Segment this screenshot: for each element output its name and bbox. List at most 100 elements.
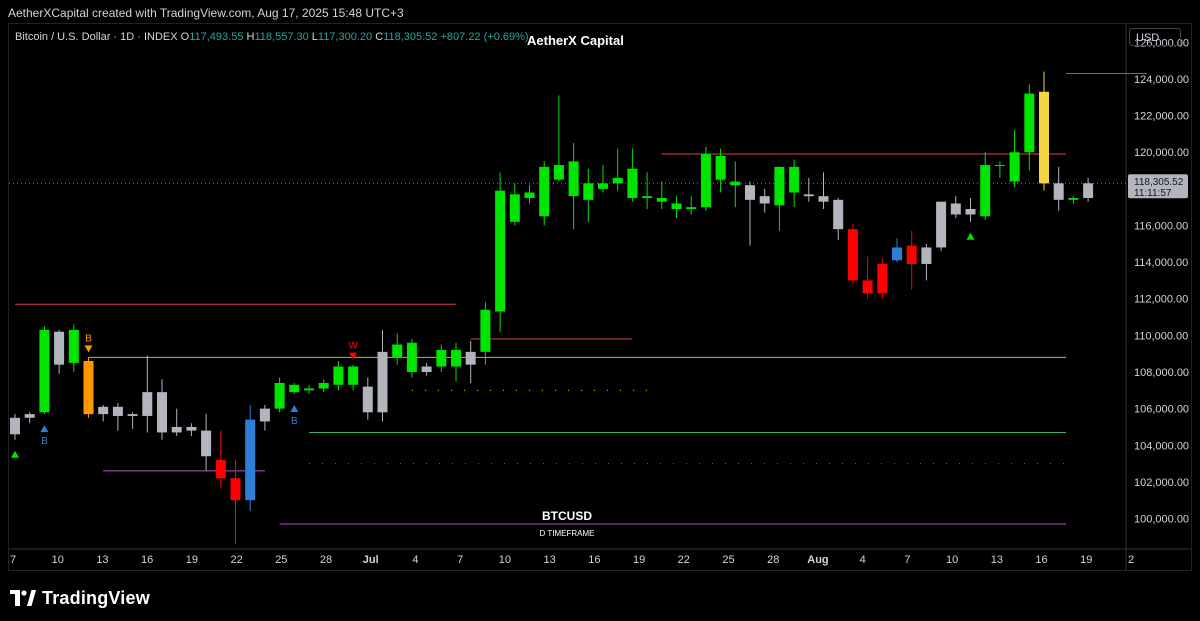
candle-body xyxy=(10,417,20,435)
y-tick-label: 110,000.00 xyxy=(1134,330,1188,342)
candlestick-chart[interactable]: 126,000.00124,000.00122,000.00120,000.00… xyxy=(9,24,1192,571)
candle-body xyxy=(598,183,608,189)
signal-label: B xyxy=(41,436,48,447)
candle-body xyxy=(730,181,741,186)
y-tick-label: 100,000.00 xyxy=(1134,514,1189,526)
candle-body xyxy=(671,203,682,209)
low-value: 117,300.20 xyxy=(317,31,373,43)
candle-body xyxy=(245,419,256,501)
x-tick-label: 7 xyxy=(904,554,910,566)
currency-selector[interactable]: USD xyxy=(1129,28,1181,46)
x-tick-label: 2 xyxy=(1128,554,1134,566)
y-tick-label: 106,000.00 xyxy=(1134,404,1189,416)
y-tick-label: 124,000.00 xyxy=(1134,74,1189,86)
candle-body xyxy=(215,459,226,479)
x-tick-label: 16 xyxy=(588,554,600,566)
candle-body xyxy=(803,194,814,197)
candle-body xyxy=(436,350,447,367)
candle-body xyxy=(568,161,579,197)
candle-body xyxy=(980,165,991,217)
candle-body xyxy=(54,331,65,365)
signal-up-arrow xyxy=(966,232,975,240)
candle-body xyxy=(39,329,50,413)
x-tick-label: 19 xyxy=(633,554,645,566)
candle-body xyxy=(700,154,711,208)
candle-body xyxy=(759,196,770,204)
x-tick-label: 28 xyxy=(767,554,779,566)
tradingview-logo-icon xyxy=(10,590,36,606)
candle-body xyxy=(289,384,300,393)
candle-body xyxy=(833,199,844,230)
candle-body xyxy=(157,392,167,433)
candle-body xyxy=(965,208,976,215)
x-tick-label: 10 xyxy=(946,554,958,566)
candle-body xyxy=(333,366,344,385)
candle-body xyxy=(936,201,947,248)
candle-body xyxy=(318,382,329,389)
candle-body xyxy=(274,382,285,409)
candle-body xyxy=(68,329,79,363)
candle-body xyxy=(451,350,461,367)
x-tick-label: 25 xyxy=(275,554,287,566)
candle-body xyxy=(362,386,373,413)
x-tick-label: Jul xyxy=(363,554,379,566)
signal-up-arrow xyxy=(11,450,19,458)
candle-body xyxy=(83,361,94,415)
open-label: O xyxy=(180,31,190,43)
y-tick-label: 120,000.00 xyxy=(1134,147,1189,159)
x-tick-label: 22 xyxy=(230,554,242,566)
candle-body xyxy=(348,366,359,385)
candle-body xyxy=(539,166,550,217)
candle-body xyxy=(259,408,270,422)
candle-body xyxy=(627,168,638,198)
signal-down-arrow xyxy=(349,352,358,360)
candle-body xyxy=(1053,183,1064,200)
y-tick-label: 122,000.00 xyxy=(1134,111,1189,123)
x-tick-label: 13 xyxy=(96,554,108,566)
x-tick-label: 19 xyxy=(1080,554,1092,566)
candle-body xyxy=(112,406,123,416)
y-tick-label: 104,000.00 xyxy=(1134,440,1189,452)
footer-logo[interactable]: TradingView xyxy=(10,586,150,610)
candle-body xyxy=(465,351,476,365)
last-price-value: 118,305.52 xyxy=(1134,177,1184,188)
candle-body xyxy=(745,185,755,200)
candle-body xyxy=(480,309,491,352)
signal-label: B xyxy=(85,333,92,344)
x-tick-label: 4 xyxy=(412,554,418,566)
candle-body xyxy=(686,207,697,209)
candle-body xyxy=(392,344,403,358)
candle-body xyxy=(994,165,1005,167)
y-tick-label: 108,000.00 xyxy=(1134,367,1189,379)
candle-body xyxy=(304,388,314,391)
candle-body xyxy=(950,203,961,215)
chart-caption: AetherXCapital created with TradingView.… xyxy=(8,6,404,20)
candle-body xyxy=(171,426,182,433)
symbol-legend[interactable]: Bitcoin / U.S. Dollar · 1D · INDEX O 117,… xyxy=(15,31,529,43)
candle-body xyxy=(862,280,873,294)
symbol-name: Bitcoin / U.S. Dollar · 1D · INDEX xyxy=(15,31,178,43)
candle-body xyxy=(495,190,506,312)
candle-body xyxy=(230,478,241,501)
candle-body xyxy=(715,155,726,180)
x-tick-label: Aug xyxy=(807,554,828,566)
x-tick-label: 16 xyxy=(141,554,153,566)
candle-body xyxy=(509,194,520,222)
x-tick-label: 25 xyxy=(722,554,734,566)
candle-body xyxy=(186,426,197,431)
x-tick-label: 7 xyxy=(10,554,16,566)
signal-up-arrow xyxy=(40,425,49,433)
candle-body xyxy=(24,414,35,418)
chart-frame[interactable]: 126,000.00 124,000.00 122,000.00 120,000.00… xyxy=(8,23,1192,571)
candle-body xyxy=(142,392,153,416)
candle-body xyxy=(892,247,902,261)
x-tick-label: 13 xyxy=(544,554,556,566)
y-tick-label: 112,000.00 xyxy=(1134,294,1188,306)
x-tick-label: 19 xyxy=(186,554,198,566)
close-value: 118,305.52 xyxy=(383,31,438,43)
candle-body xyxy=(847,229,858,281)
x-tick-label: 7 xyxy=(457,554,463,566)
candle-body xyxy=(201,430,212,457)
candle-body xyxy=(406,342,417,372)
tradingview-logo-text: TradingView xyxy=(42,587,150,608)
